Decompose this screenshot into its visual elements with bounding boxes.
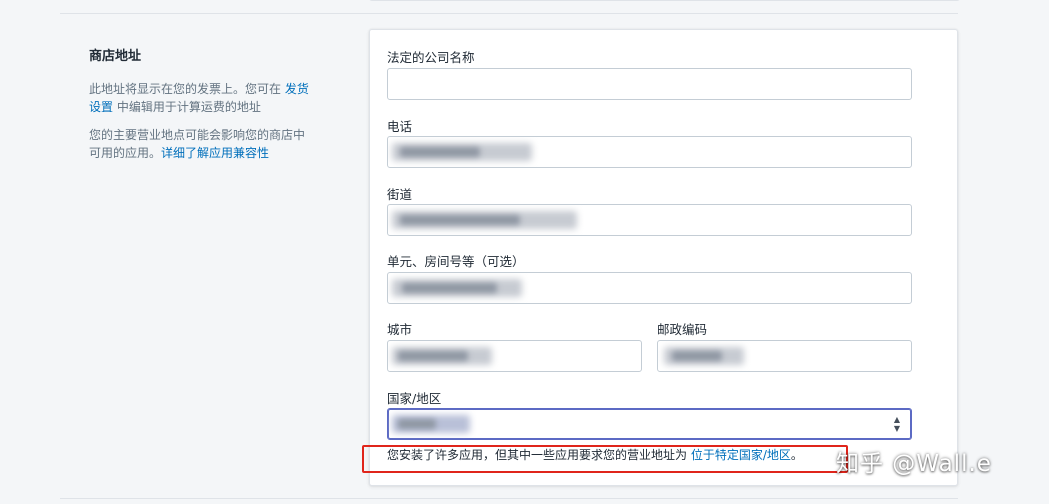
city-label: 城市 bbox=[387, 322, 413, 337]
redacted-unit-value bbox=[402, 283, 497, 293]
country-label: 国家/地区 bbox=[387, 391, 442, 406]
description-text: 此地址将显示在您的发票上。您可在 bbox=[89, 82, 285, 96]
company-name-label: 法定的公司名称 bbox=[387, 50, 475, 65]
postal-code-label: 邮政编码 bbox=[657, 322, 708, 337]
select-arrows-icon: ▲ ▼ bbox=[893, 415, 900, 433]
description-text: 中编辑用于计算运费的地址 bbox=[113, 100, 261, 114]
section-title: 商店地址 bbox=[89, 49, 142, 64]
unit-label: 单元、房间号等（可选） bbox=[387, 254, 525, 269]
company-name-input[interactable] bbox=[387, 68, 912, 100]
annotation-highlight-box bbox=[362, 445, 848, 473]
section-description: 此地址将显示在您的发票上。您可在 发货设置 中编辑用于计算运费的地址 bbox=[89, 80, 314, 116]
unit-input[interactable] bbox=[387, 272, 912, 304]
redacted-street-value bbox=[400, 215, 520, 225]
redacted-phone-value bbox=[400, 147, 480, 157]
city-input[interactable] bbox=[387, 340, 642, 372]
app-compatibility-link[interactable]: 详细了解应用兼容性 bbox=[161, 146, 269, 160]
previous-card-bottom bbox=[369, 0, 960, 1]
section-description-apps: 您的主要营业地点可能会影响您的商店中可用的应用。详细了解应用兼容性 bbox=[89, 126, 314, 162]
postal-code-input[interactable] bbox=[657, 340, 912, 372]
phone-label: 电话 bbox=[387, 119, 413, 134]
phone-input[interactable] bbox=[387, 136, 912, 168]
watermark: 知乎 @Wall.e bbox=[836, 451, 992, 477]
section-divider bbox=[60, 498, 958, 499]
street-input[interactable] bbox=[387, 204, 912, 236]
redacted-postal-value bbox=[672, 351, 722, 361]
street-label: 街道 bbox=[387, 187, 413, 202]
redacted-city-value bbox=[398, 351, 468, 361]
country-select[interactable]: ▲ ▼ bbox=[387, 408, 912, 440]
section-divider bbox=[60, 13, 958, 14]
redacted-country-value bbox=[398, 419, 436, 429]
